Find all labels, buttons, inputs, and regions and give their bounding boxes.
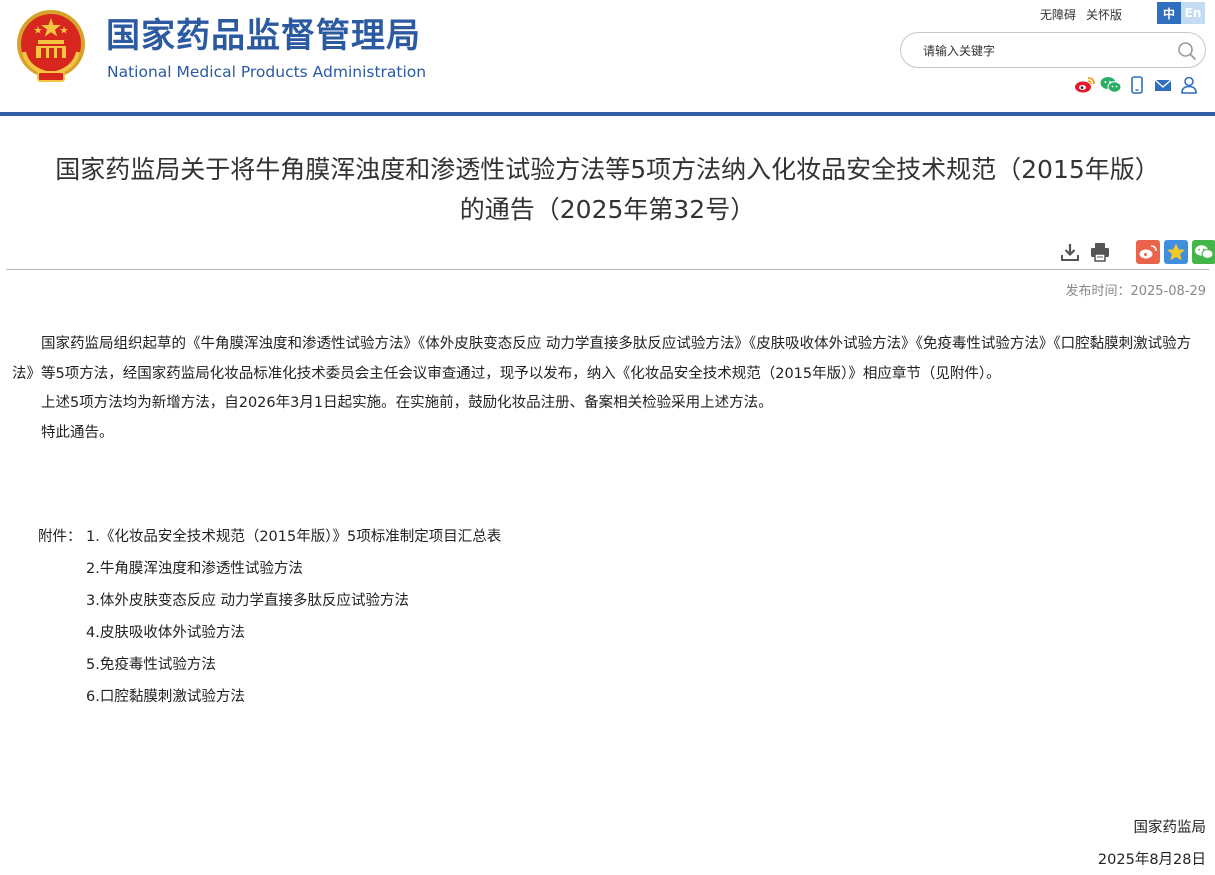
user-icon[interactable] <box>1178 74 1200 96</box>
lang-chinese-button[interactable]: 中 <box>1157 2 1181 24</box>
attachment-link-1[interactable]: 1.《化妆品安全技术规范（2015年版）》5项标准制定项目汇总表 <box>86 527 501 547</box>
attachment-link-4[interactable]: 4.皮肤吸收体外试验方法 <box>86 623 245 643</box>
header-divider-bar <box>0 112 1215 116</box>
elderly-mode-link[interactable]: 关怀版 <box>1086 6 1122 23</box>
article-title: 国家药监局关于将牛角膜浑浊度和渗透性试验方法等5项方法纳入化妆品安全技术规范（2… <box>0 150 1215 230</box>
paragraph-1: 国家药监局组织起草的《牛角膜浑浊度和渗透性试验方法》《体外皮肤变态反应 动力学直… <box>12 336 1192 382</box>
site-header: 国家药品监督管理局 National Medical Products Admi… <box>0 0 1215 112</box>
mobile-icon[interactable] <box>1126 74 1148 96</box>
search-box <box>900 32 1206 68</box>
mail-icon[interactable] <box>1152 74 1174 96</box>
site-title[interactable]: 国家药品监督管理局 <box>106 14 421 58</box>
paragraph-3: 特此通告。 <box>41 424 114 441</box>
lang-english-button[interactable]: En <box>1181 2 1205 24</box>
article-title-line2: 的通告（2025年第32号） <box>459 195 756 224</box>
search-input[interactable] <box>921 40 1165 62</box>
attachment-link-6[interactable]: 6.口腔黏膜刺激试验方法 <box>86 687 245 707</box>
weibo-share-icon[interactable] <box>1136 240 1160 264</box>
attachment-link-3[interactable]: 3.体外皮肤变态反应 动力学直接多肽反应试验方法 <box>86 591 409 611</box>
language-switch: 中 En <box>1157 2 1205 24</box>
signature-date: 2025年8月28日 <box>1097 852 1206 868</box>
weibo-icon[interactable] <box>1074 74 1096 96</box>
social-links <box>1074 74 1204 96</box>
attachment-link-2[interactable]: 2.牛角膜浑浊度和渗透性试验方法 <box>86 559 303 579</box>
paragraph-2: 上述5项方法均为新增方法，自2026年3月1日起实施。在实施前，鼓励化妆品注册、… <box>41 395 773 411</box>
signature-agency: 国家药监局 <box>1133 820 1207 836</box>
search-icon[interactable] <box>1177 41 1197 61</box>
accessibility-link[interactable]: 无障碍 <box>1040 6 1076 23</box>
wechat-share-icon[interactable] <box>1192 240 1215 264</box>
qzone-share-icon[interactable] <box>1164 240 1188 264</box>
title-divider <box>6 269 1209 270</box>
wechat-icon[interactable] <box>1100 74 1122 96</box>
attachments-label: 附件： <box>38 529 82 545</box>
article-tools <box>1058 240 1215 264</box>
attachment-link-5[interactable]: 5.免疫毒性试验方法 <box>86 655 216 675</box>
publish-date: 发布时间：2025-08-29 <box>1065 284 1206 299</box>
article-body: 国家药监局组织起草的《牛角膜浑浊度和渗透性试验方法》《体外皮肤变态反应 动力学直… <box>12 330 1208 448</box>
top-links: 无障碍 关怀版 <box>1040 4 1132 24</box>
national-emblem-logo[interactable] <box>14 8 88 84</box>
print-icon[interactable] <box>1088 240 1112 264</box>
article-title-line1: 国家药监局关于将牛角膜浑浊度和渗透性试验方法等5项方法纳入化妆品安全技术规范（2… <box>55 155 1160 184</box>
download-icon[interactable] <box>1058 240 1082 264</box>
site-subtitle: National Medical Products Administration <box>107 63 427 81</box>
